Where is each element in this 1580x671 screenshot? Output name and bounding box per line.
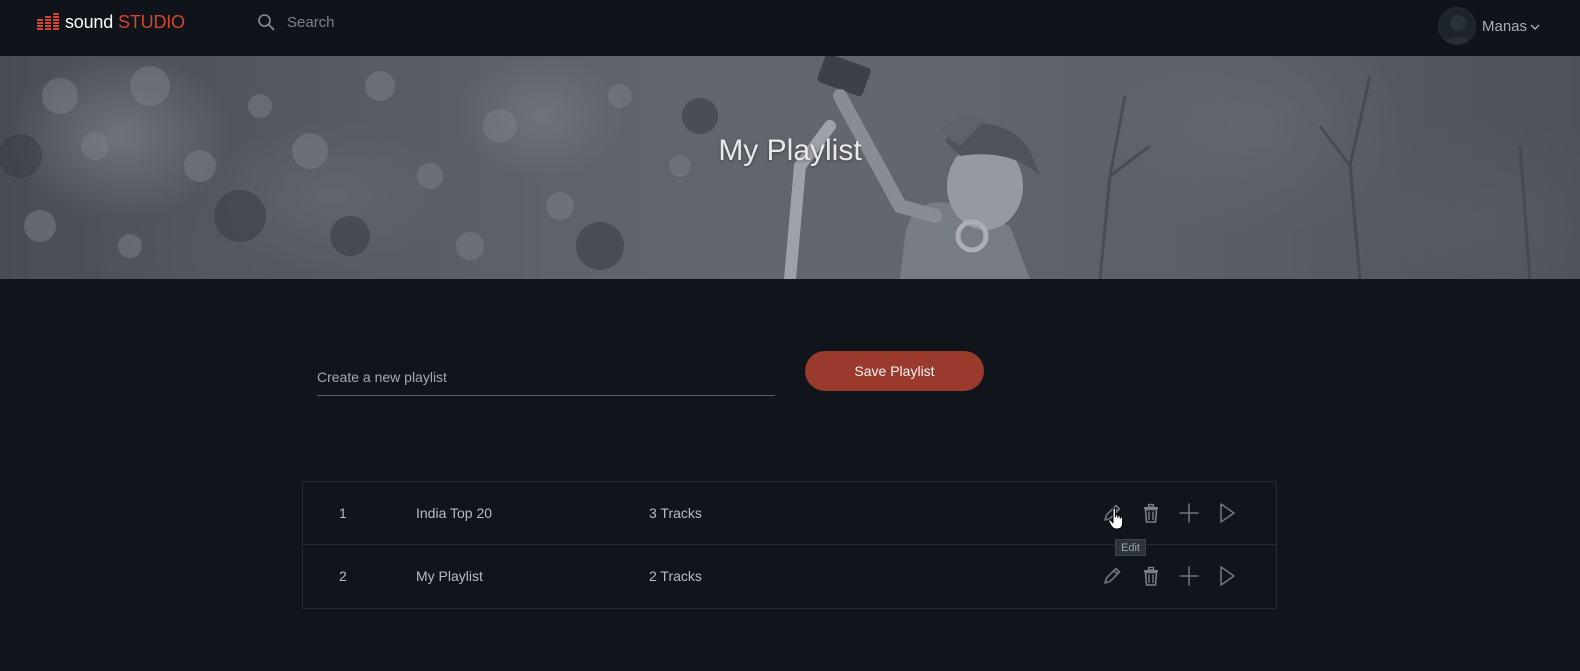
play-icon — [1220, 503, 1235, 523]
delete-playlist-button[interactable] — [1138, 500, 1164, 526]
search-icon[interactable] — [257, 13, 275, 31]
logo-text-sound: sound — [65, 11, 114, 32]
pencil-icon — [1104, 567, 1121, 584]
top-nav-bar: sound STUDIO Manas — [0, 0, 1580, 56]
trash-icon — [1144, 503, 1158, 523]
page-title: My Playlist — [718, 134, 862, 167]
playlist-name[interactable]: India Top 20 — [416, 482, 492, 545]
user-menu[interactable]: Manas — [1438, 6, 1540, 46]
table-row[interactable]: 1 India Top 20 3 Tracks — [303, 482, 1276, 545]
plus-icon — [1179, 566, 1199, 586]
user-silhouette-icon — [1443, 15, 1473, 44]
trash-icon — [1144, 566, 1158, 586]
hero-banner: My Playlist — [0, 56, 1580, 279]
playlist-track-count: 3 Tracks — [649, 505, 702, 521]
edit-playlist-button[interactable] — [1099, 563, 1125, 589]
chevron-down-icon[interactable] — [1530, 23, 1540, 31]
save-playlist-button[interactable]: Save Playlist — [805, 351, 984, 391]
play-icon — [1220, 566, 1235, 586]
playlist-index: 2 — [339, 568, 347, 584]
edit-tooltip: Edit — [1115, 539, 1146, 556]
hand-pointer-cursor-icon — [1108, 507, 1124, 530]
new-playlist-input[interactable] — [317, 358, 775, 396]
plus-icon — [1179, 503, 1199, 523]
logo-text-studio: STUDIO — [118, 11, 185, 32]
delete-playlist-button[interactable] — [1138, 563, 1164, 589]
app-logo[interactable]: sound STUDIO — [37, 11, 185, 33]
playlist-name[interactable]: My Playlist — [416, 545, 483, 608]
equalizer-logo-icon — [37, 13, 59, 30]
username-label[interactable]: Manas — [1482, 18, 1527, 35]
search-input[interactable] — [285, 10, 605, 34]
play-playlist-button[interactable] — [1214, 500, 1240, 526]
playlist-index: 1 — [339, 505, 347, 521]
playlist-track-count: 2 Tracks — [649, 568, 702, 584]
add-tracks-button[interactable] — [1176, 563, 1202, 589]
play-playlist-button[interactable] — [1214, 563, 1240, 589]
add-tracks-button[interactable] — [1176, 500, 1202, 526]
avatar[interactable] — [1438, 7, 1476, 45]
